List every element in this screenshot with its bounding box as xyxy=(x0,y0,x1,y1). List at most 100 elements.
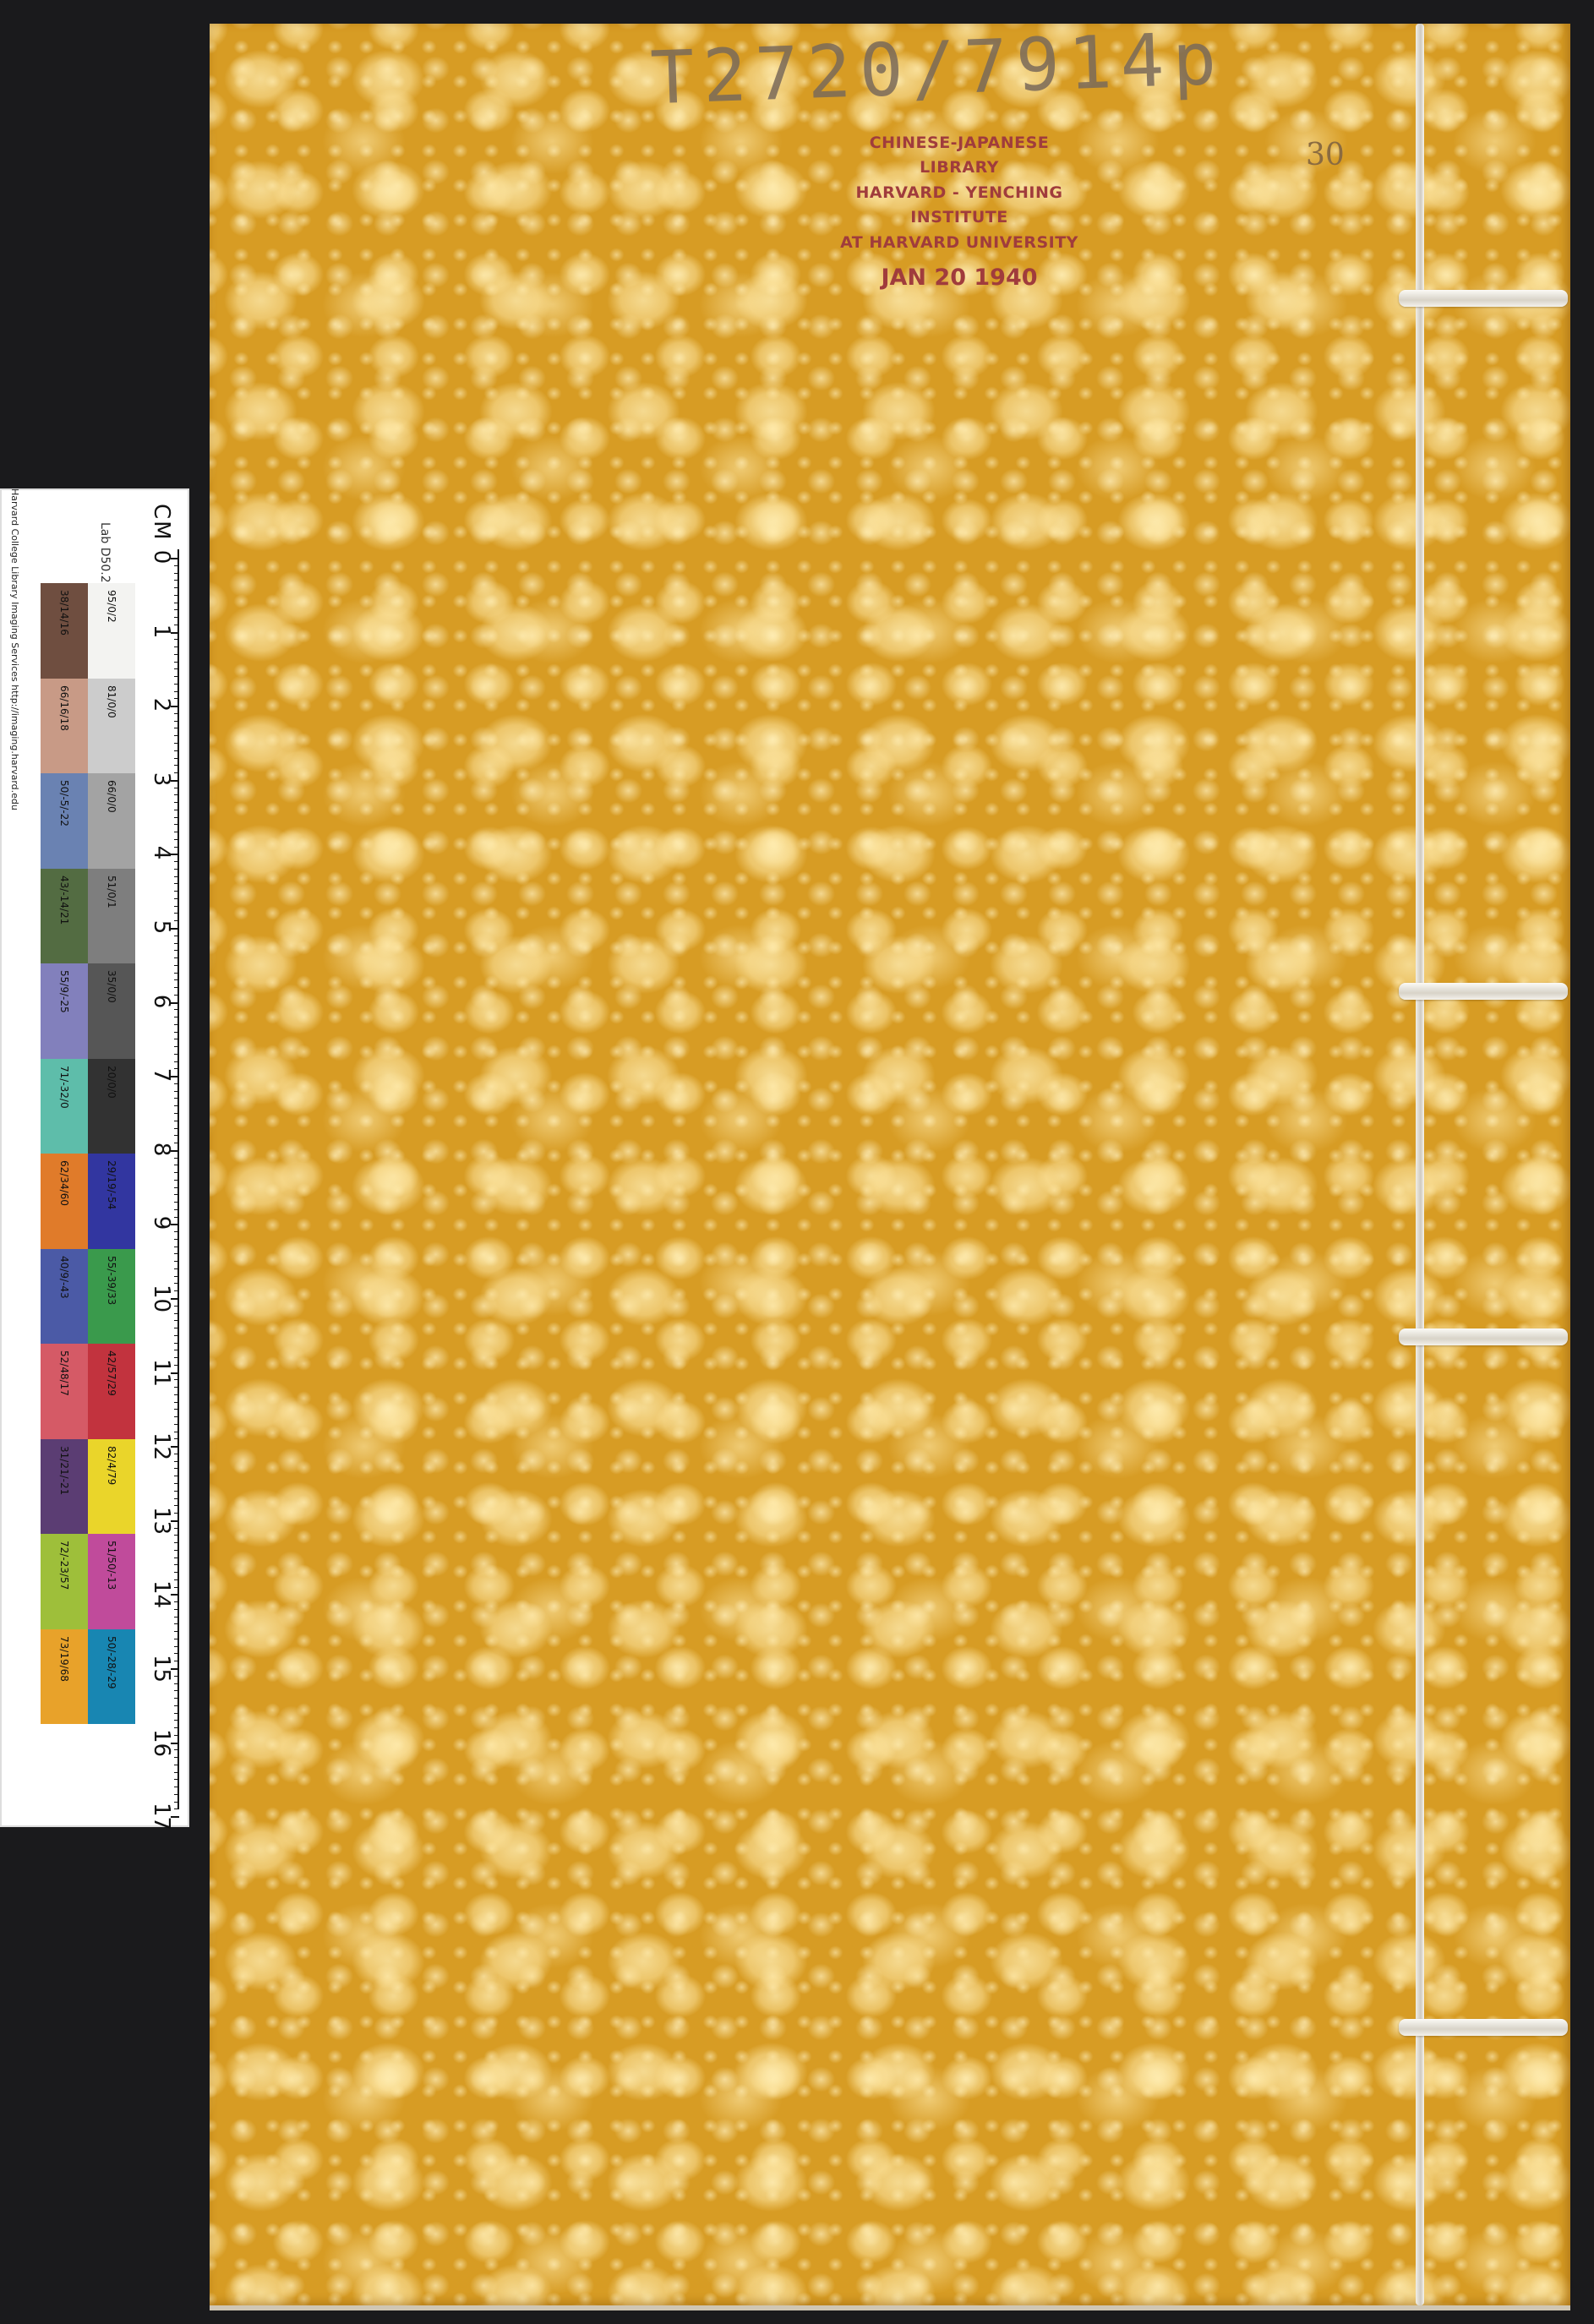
ruler-minor-tick xyxy=(174,1727,179,1729)
ruler-minor-tick xyxy=(174,1238,179,1240)
ruler-minor-tick xyxy=(174,816,179,818)
ruler-minor-tick xyxy=(174,1068,179,1070)
ruler-minor-tick xyxy=(174,1690,179,1692)
ruler-number: 12 xyxy=(149,1432,174,1461)
ruler-minor-tick xyxy=(174,1616,179,1618)
ruler-minor-tick xyxy=(174,1801,179,1803)
ruler-minor-tick xyxy=(174,1505,179,1507)
ruler-minor-tick xyxy=(174,1179,179,1181)
ruler-minor-tick xyxy=(174,920,179,922)
ruler-minor-tick xyxy=(174,1401,179,1403)
ruler-minor-tick xyxy=(174,1105,179,1107)
swatch-label: 66/0/0 xyxy=(106,780,117,813)
ruler-number: 14 xyxy=(149,1580,174,1609)
ruler-minor-tick xyxy=(174,1283,179,1285)
swatch-label: 66/16/18 xyxy=(58,685,70,731)
ruler-minor-tick xyxy=(174,1535,179,1536)
ruler-minor-tick xyxy=(174,1261,179,1263)
ruler-minor-tick xyxy=(174,876,179,877)
ruler-number: 13 xyxy=(149,1506,174,1535)
stamp-line-3: AT HARVARD UNIVERSITY xyxy=(840,232,1078,252)
ruler-minor-tick xyxy=(174,1305,179,1307)
binding-stitch xyxy=(1399,2019,1568,2036)
ruler-number: 5 xyxy=(149,919,174,935)
ruler-minor-tick xyxy=(174,861,179,863)
swatch-label: 55/-39/33 xyxy=(106,1255,117,1305)
ruler-minor-tick xyxy=(174,1608,179,1610)
color-swatch: 71/-32/0 xyxy=(41,1058,88,1154)
ruler-minor-tick xyxy=(174,735,179,737)
ruler-minor-tick xyxy=(174,1320,179,1322)
ruler-minor-tick xyxy=(174,964,179,966)
ruler-number: 8 xyxy=(149,1142,174,1157)
ruler-minor-tick xyxy=(174,1187,179,1188)
ruler-minor-tick xyxy=(174,950,179,952)
swatch-label: 51/50/-13 xyxy=(106,1541,117,1590)
ruler-minor-tick xyxy=(174,1808,179,1810)
color-swatch: 51/0/1 xyxy=(88,868,135,963)
ruler-minor-tick xyxy=(174,891,179,892)
ruler-minor-tick xyxy=(174,1438,179,1440)
ruler-minor-tick xyxy=(174,1127,179,1129)
ruler-minor-tick xyxy=(174,794,179,796)
ruler-number: 4 xyxy=(149,846,174,860)
ruler-minor-tick xyxy=(174,1083,179,1084)
ruler-minor-tick xyxy=(174,868,179,870)
ruler-minor-tick xyxy=(174,1416,179,1418)
color-swatch: 72/-23/57 xyxy=(41,1534,88,1629)
ruler-number: 0 xyxy=(149,549,174,565)
ruler-number: 16 xyxy=(149,1728,174,1757)
stamp-line-2: HARVARD - YENCHING INSTITUTE xyxy=(855,183,1063,227)
ruler-minor-tick xyxy=(174,1623,179,1625)
ruler-minor-tick xyxy=(174,1586,179,1588)
ruler-minor-tick xyxy=(174,1645,179,1647)
ruler-minor-tick xyxy=(174,1734,179,1736)
color-swatch: 82/4/79 xyxy=(88,1438,135,1534)
stamp-line-1: CHINESE-JAPANESE LIBRARY xyxy=(869,134,1050,177)
ruler-minor-tick xyxy=(174,1364,179,1366)
ruler-minor-tick xyxy=(174,1683,179,1684)
ruler-minor-tick xyxy=(174,1423,179,1425)
color-swatch: 50/-5/-22 xyxy=(41,773,88,869)
ruler-minor-tick xyxy=(174,1290,179,1292)
ruler-minor-tick xyxy=(174,565,179,566)
ruler-minor-tick xyxy=(174,1579,179,1580)
ruler-minor-tick xyxy=(174,1601,179,1603)
ruler-number: 17 xyxy=(149,1803,174,1831)
color-swatch: 31/21/-21 xyxy=(41,1438,88,1534)
ruler-minor-tick xyxy=(174,668,179,670)
ruler-minor-tick xyxy=(174,765,179,766)
stamp-date: JAN 20 1940 xyxy=(881,265,1038,292)
ruler-minor-tick xyxy=(174,1483,179,1484)
ruler-minor-tick xyxy=(174,1031,179,1033)
swatch-label: 43/-14/21 xyxy=(58,875,70,925)
ruler-minor-tick xyxy=(174,750,179,751)
swatch-label: 82/4/79 xyxy=(106,1445,117,1485)
color-swatch: 40/9/-43 xyxy=(41,1248,88,1344)
ruler-number: 1 xyxy=(149,624,174,638)
ruler-minor-tick xyxy=(174,979,179,981)
swatch-label: 73/19/68 xyxy=(58,1635,70,1682)
ruler-minor-tick xyxy=(174,897,179,899)
ruler-minor-tick xyxy=(174,987,179,989)
ruler-minor-tick xyxy=(174,1216,179,1218)
swatch-label: 50/-28/-29 xyxy=(106,1635,117,1689)
ruler-minor-tick xyxy=(174,1572,179,1574)
swatch-label: 81/0/0 xyxy=(106,685,117,718)
ruler-minor-tick xyxy=(174,712,179,714)
ruler-minor-tick xyxy=(174,646,179,648)
color-swatch: 51/50/-13 xyxy=(88,1534,135,1629)
color-swatch: 81/0/0 xyxy=(88,678,135,773)
lab-label: Lab D50.2° xyxy=(98,522,112,589)
color-swatch: 66/0/0 xyxy=(88,773,135,869)
ruler-minor-tick xyxy=(174,1527,179,1529)
ruler-minor-tick xyxy=(174,772,179,774)
swatch-label: 95/0/2 xyxy=(106,590,117,623)
centimeter-ruler: 0 1 2 3 4 5 6 7 8 9 10 11 12 13 14 15 16 17 xyxy=(149,499,186,1830)
ruler-minor-tick xyxy=(174,1490,179,1492)
ruler-minor-tick xyxy=(174,1061,179,1062)
ruler-minor-tick xyxy=(174,957,179,959)
ruler-number: 10 xyxy=(149,1285,174,1313)
ruler-minor-tick xyxy=(174,1757,179,1759)
ruler-minor-tick xyxy=(174,720,179,722)
